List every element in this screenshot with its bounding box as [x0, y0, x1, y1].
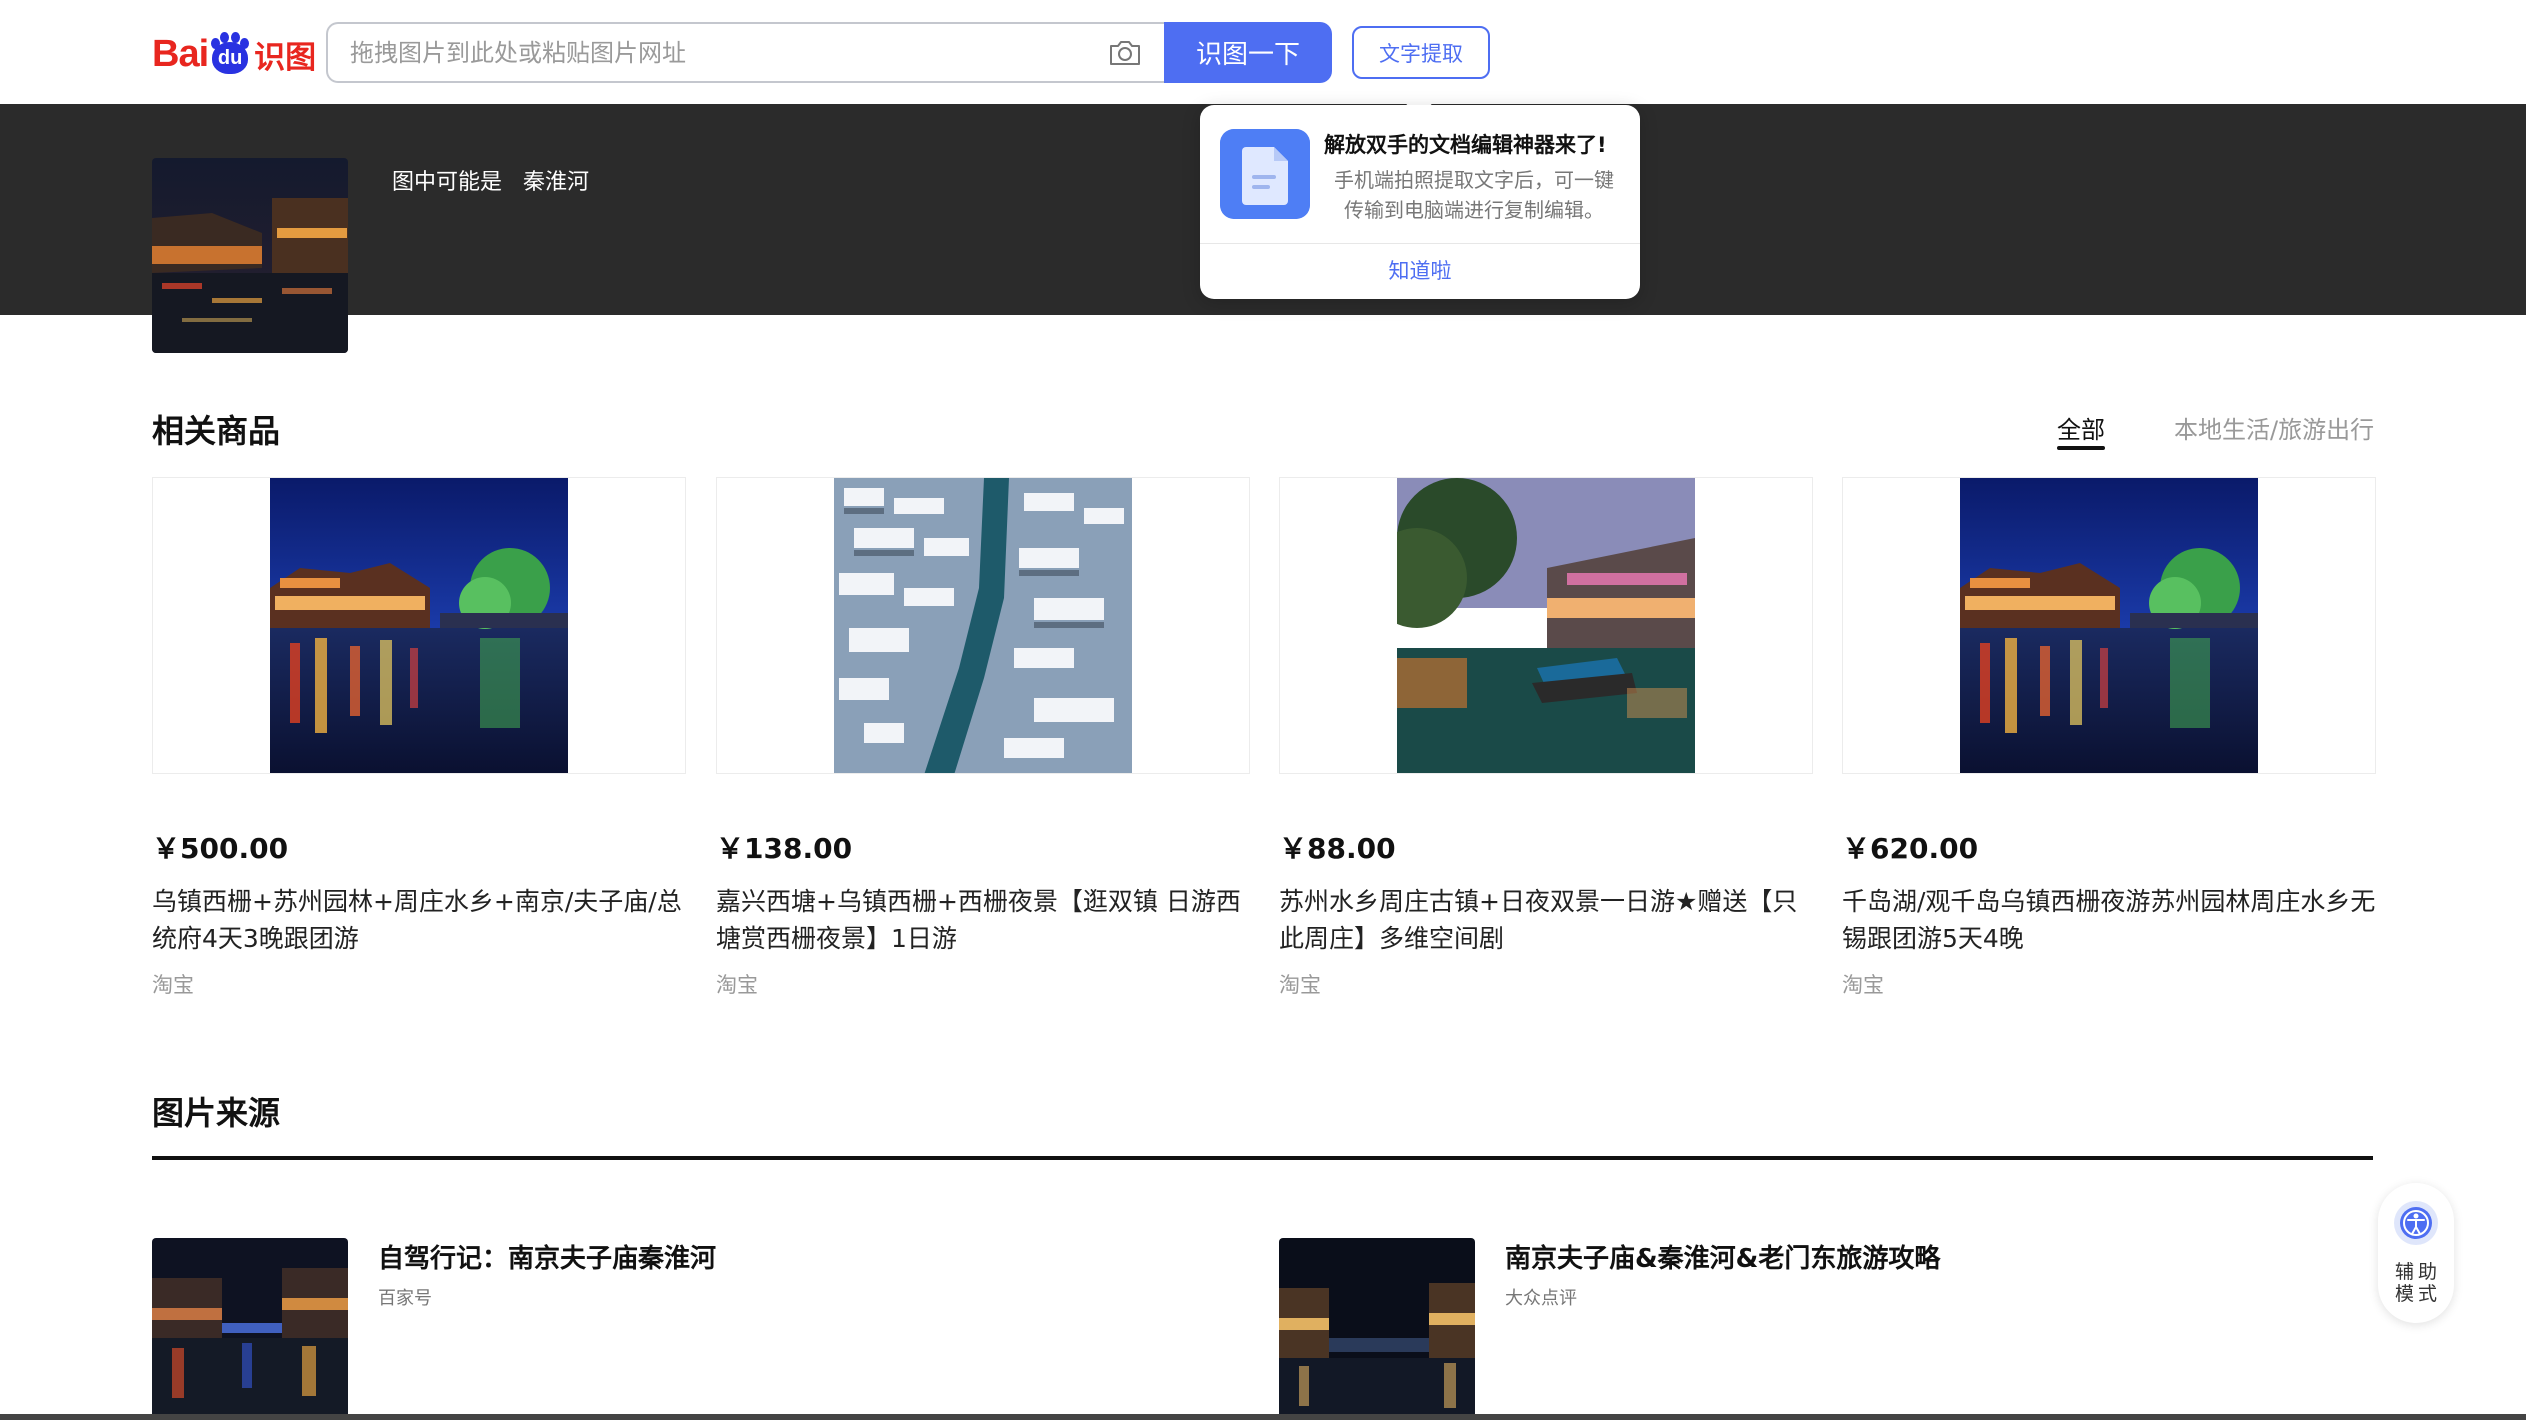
product-title[interactable]: 千岛湖/观千岛乌镇西栅夜游苏州园林周庄水乡无锡跟团游5天4晚 — [1842, 883, 2376, 957]
feature-tip-popover: 解放双手的文档编辑神器来了! 手机端拍照提取文字后，可一键 传输到电脑端进行复制… — [1200, 105, 1640, 299]
source-item[interactable]: 南京夫子庙&秦淮河&老门东旅游攻略 大众点评 — [1279, 1238, 2279, 1420]
product-title[interactable]: 嘉兴西塘+乌镇西栅+西栅夜景【逛双镇 日游西塘赏西栅夜景】1日游 — [716, 883, 1250, 957]
active-tab-underline — [2057, 446, 2105, 450]
popover-line-2: 传输到电脑端进行复制编辑。 — [1344, 198, 1604, 222]
product-source: 淘宝 — [152, 973, 194, 997]
products-section-title: 相关商品 — [152, 412, 281, 450]
result-prefix: 图中可能是 — [392, 170, 503, 195]
window-bottom-edge — [0, 1414, 2526, 1420]
source-item[interactable]: 自驾行记：南京夫子庙秦淮河 百家号 — [152, 1238, 1152, 1420]
baidu-shitu-logo[interactable]: Bai du 识图 — [152, 28, 316, 80]
product-price: ￥88.00 — [1279, 832, 1396, 865]
product-image-frame — [152, 477, 686, 774]
recognition-result: 图中可能是 秦淮河 — [392, 164, 589, 196]
query-image-thumbnail[interactable] — [152, 158, 348, 353]
text-extract-button[interactable]: 文字提取 — [1352, 26, 1490, 79]
accessibility-label-line-1: 辅助 — [2394, 1261, 2441, 1283]
product-card[interactable]: ￥620.00 千岛湖/观千岛乌镇西栅夜游苏州园林周庄水乡无锡跟团游5天4晚 淘… — [1842, 477, 2376, 999]
product-card[interactable]: ￥88.00 苏州水乡周庄古镇+日夜双景一日游★赠送【只此周庄】多维空间剧 淘宝 — [1279, 477, 1813, 999]
camera-icon[interactable] — [1108, 39, 1142, 67]
popover-title: 解放双手的文档编辑神器来了! — [1324, 133, 1607, 157]
product-image[interactable] — [270, 478, 568, 773]
source-site: 大众点评 — [1505, 1288, 1577, 1309]
tab-local-life-travel[interactable]: 本地生活/旅游出行 — [2174, 410, 2374, 445]
product-price: ￥500.00 — [152, 832, 289, 865]
source-site: 百家号 — [378, 1288, 432, 1309]
search-box — [326, 22, 1166, 83]
product-card[interactable]: ￥138.00 嘉兴西塘+乌镇西栅+西栅夜景【逛双镇 日游西塘赏西栅夜景】1日游… — [716, 477, 1250, 999]
product-image[interactable] — [834, 478, 1132, 773]
accessibility-label-line-2: 模式 — [2394, 1283, 2441, 1305]
sources-section-title: 图片来源 — [152, 1094, 281, 1132]
product-source: 淘宝 — [716, 973, 758, 997]
popover-ok-button[interactable]: 知道啦 — [1200, 255, 1640, 285]
product-source: 淘宝 — [1279, 973, 1321, 997]
popover-divider — [1200, 243, 1640, 244]
product-image-frame — [716, 477, 1250, 774]
popover-body: 手机端拍照提取文字后，可一键 传输到电脑端进行复制编辑。 — [1324, 165, 1624, 225]
logo-bai-text: Bai — [152, 32, 209, 75]
product-image[interactable] — [1397, 478, 1695, 773]
popover-line-1: 手机端拍照提取文字后，可一键 — [1334, 168, 1614, 192]
product-price: ￥620.00 — [1842, 832, 1979, 865]
source-thumbnail[interactable] — [152, 1238, 348, 1420]
document-icon — [1220, 129, 1310, 219]
image-url-input[interactable] — [350, 24, 1070, 81]
product-card[interactable]: ￥500.00 乌镇西栅+苏州园林+周庄水乡+南京/夫子庙/总统府4天3晚跟团游… — [152, 477, 686, 999]
search-by-image-button[interactable]: 识图一下 — [1164, 22, 1332, 83]
source-title[interactable]: 南京夫子庙&秦淮河&老门东旅游攻略 — [1505, 1238, 1940, 1275]
source-title[interactable]: 自驾行记：南京夫子庙秦淮河 — [378, 1238, 716, 1275]
sources-divider — [152, 1156, 2373, 1160]
logo-shitu-text: 识图 — [254, 39, 317, 76]
source-thumbnail[interactable] — [1279, 1238, 1475, 1420]
product-source: 淘宝 — [1842, 973, 1884, 997]
accessibility-icon — [2394, 1201, 2438, 1245]
product-title[interactable]: 苏州水乡周庄古镇+日夜双景一日游★赠送【只此周庄】多维空间剧 — [1279, 883, 1813, 957]
product-title[interactable]: 乌镇西栅+苏州园林+周庄水乡+南京/夫子庙/总统府4天3晚跟团游 — [152, 883, 686, 957]
product-image-frame — [1842, 477, 2376, 774]
accessibility-label: 辅助 模式 — [2378, 1261, 2454, 1305]
result-place-link[interactable]: 秦淮河 — [523, 170, 589, 195]
product-image[interactable] — [1960, 478, 2258, 773]
tab-all[interactable]: 全部 — [2057, 410, 2105, 445]
product-image-frame — [1279, 477, 1813, 774]
product-price: ￥138.00 — [716, 832, 853, 865]
top-header: Bai du 识图 识图一下 文字提取 — [0, 0, 2526, 104]
accessibility-mode-button[interactable]: 辅助 模式 — [2378, 1183, 2454, 1323]
baidu-paw-icon: du — [209, 32, 251, 76]
